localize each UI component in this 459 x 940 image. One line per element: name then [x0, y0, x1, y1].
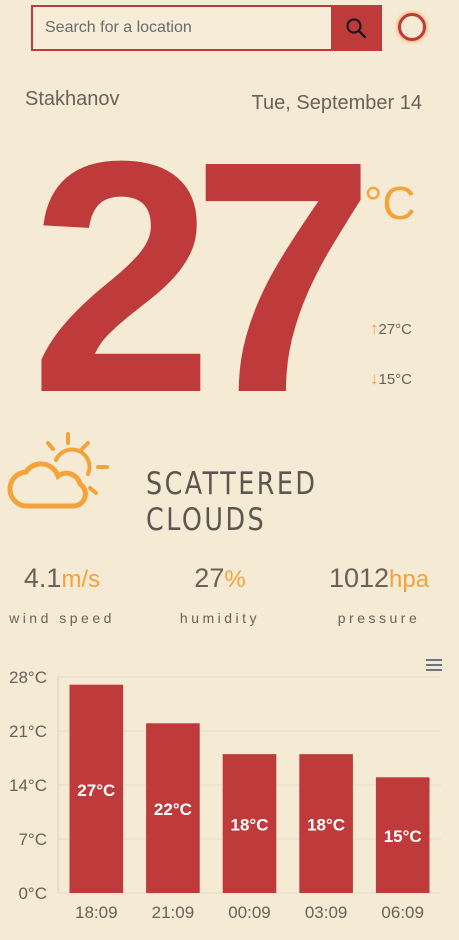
search-button[interactable]	[331, 7, 380, 49]
bar-data-label: 22°C	[154, 800, 192, 819]
x-tick-label: 21:09	[152, 903, 195, 922]
y-tick-label: 21°C	[9, 722, 47, 741]
humidity-unit: %	[224, 566, 246, 593]
search-bar	[31, 5, 382, 51]
bar-data-label: 15°C	[384, 827, 422, 846]
wind-speed-label: wind speed	[9, 610, 115, 626]
max-temperature: ↑27°C	[370, 319, 412, 339]
weather-condition: SCATTERED CLOUDS	[146, 466, 318, 538]
y-tick-label: 14°C	[9, 776, 47, 795]
bar-data-label: 18°C	[231, 816, 269, 835]
search-input[interactable]	[33, 7, 332, 49]
arrow-up-icon: ↑	[370, 319, 379, 338]
min-temperature-value: 15°C	[378, 371, 413, 388]
bar-data-label: 27°C	[77, 781, 115, 800]
wind-speed-value: 4.1	[23, 563, 62, 593]
theme-toggle-icon[interactable]	[398, 13, 426, 41]
pressure-label: pressure	[337, 610, 421, 626]
arrow-down-icon: ↓	[370, 369, 379, 388]
x-tick-label: 03:09	[305, 903, 348, 922]
x-tick-label: 06:09	[381, 903, 424, 922]
current-temperature: 27	[30, 92, 375, 461]
wind-speed-unit: m/s	[61, 566, 101, 593]
humidity-value: 27	[194, 563, 225, 593]
y-tick-label: 28°C	[9, 668, 47, 687]
pressure-value: 1012	[328, 563, 390, 593]
temperature-unit: °C	[364, 177, 416, 229]
hamburger-menu-icon[interactable]	[425, 658, 443, 672]
pressure-unit: hpa	[389, 566, 430, 593]
search-icon	[345, 18, 366, 39]
x-tick-label: 18:09	[75, 903, 118, 922]
min-temperature: ↓15°C	[370, 369, 412, 389]
pressure-stat: 1012hpa pressure	[309, 563, 449, 626]
wind-stat: 4.1m/s wind speed	[0, 563, 132, 626]
humidity-stat: 27% humidity	[150, 563, 290, 626]
bar-data-label: 18°C	[307, 816, 345, 835]
x-tick-label: 00:09	[228, 903, 271, 922]
humidity-label: humidity	[179, 610, 261, 626]
forecast-chart: 0°C 7°C 14°C 21°C 28°C 27°C 18:09 22°C 21:09 18°C…	[9, 668, 441, 922]
y-tick-label: 7°C	[18, 830, 47, 849]
y-tick-label: 0°C	[18, 884, 47, 903]
max-temperature-value: 27°C	[378, 321, 413, 338]
scattered-clouds-icon	[7, 432, 109, 509]
